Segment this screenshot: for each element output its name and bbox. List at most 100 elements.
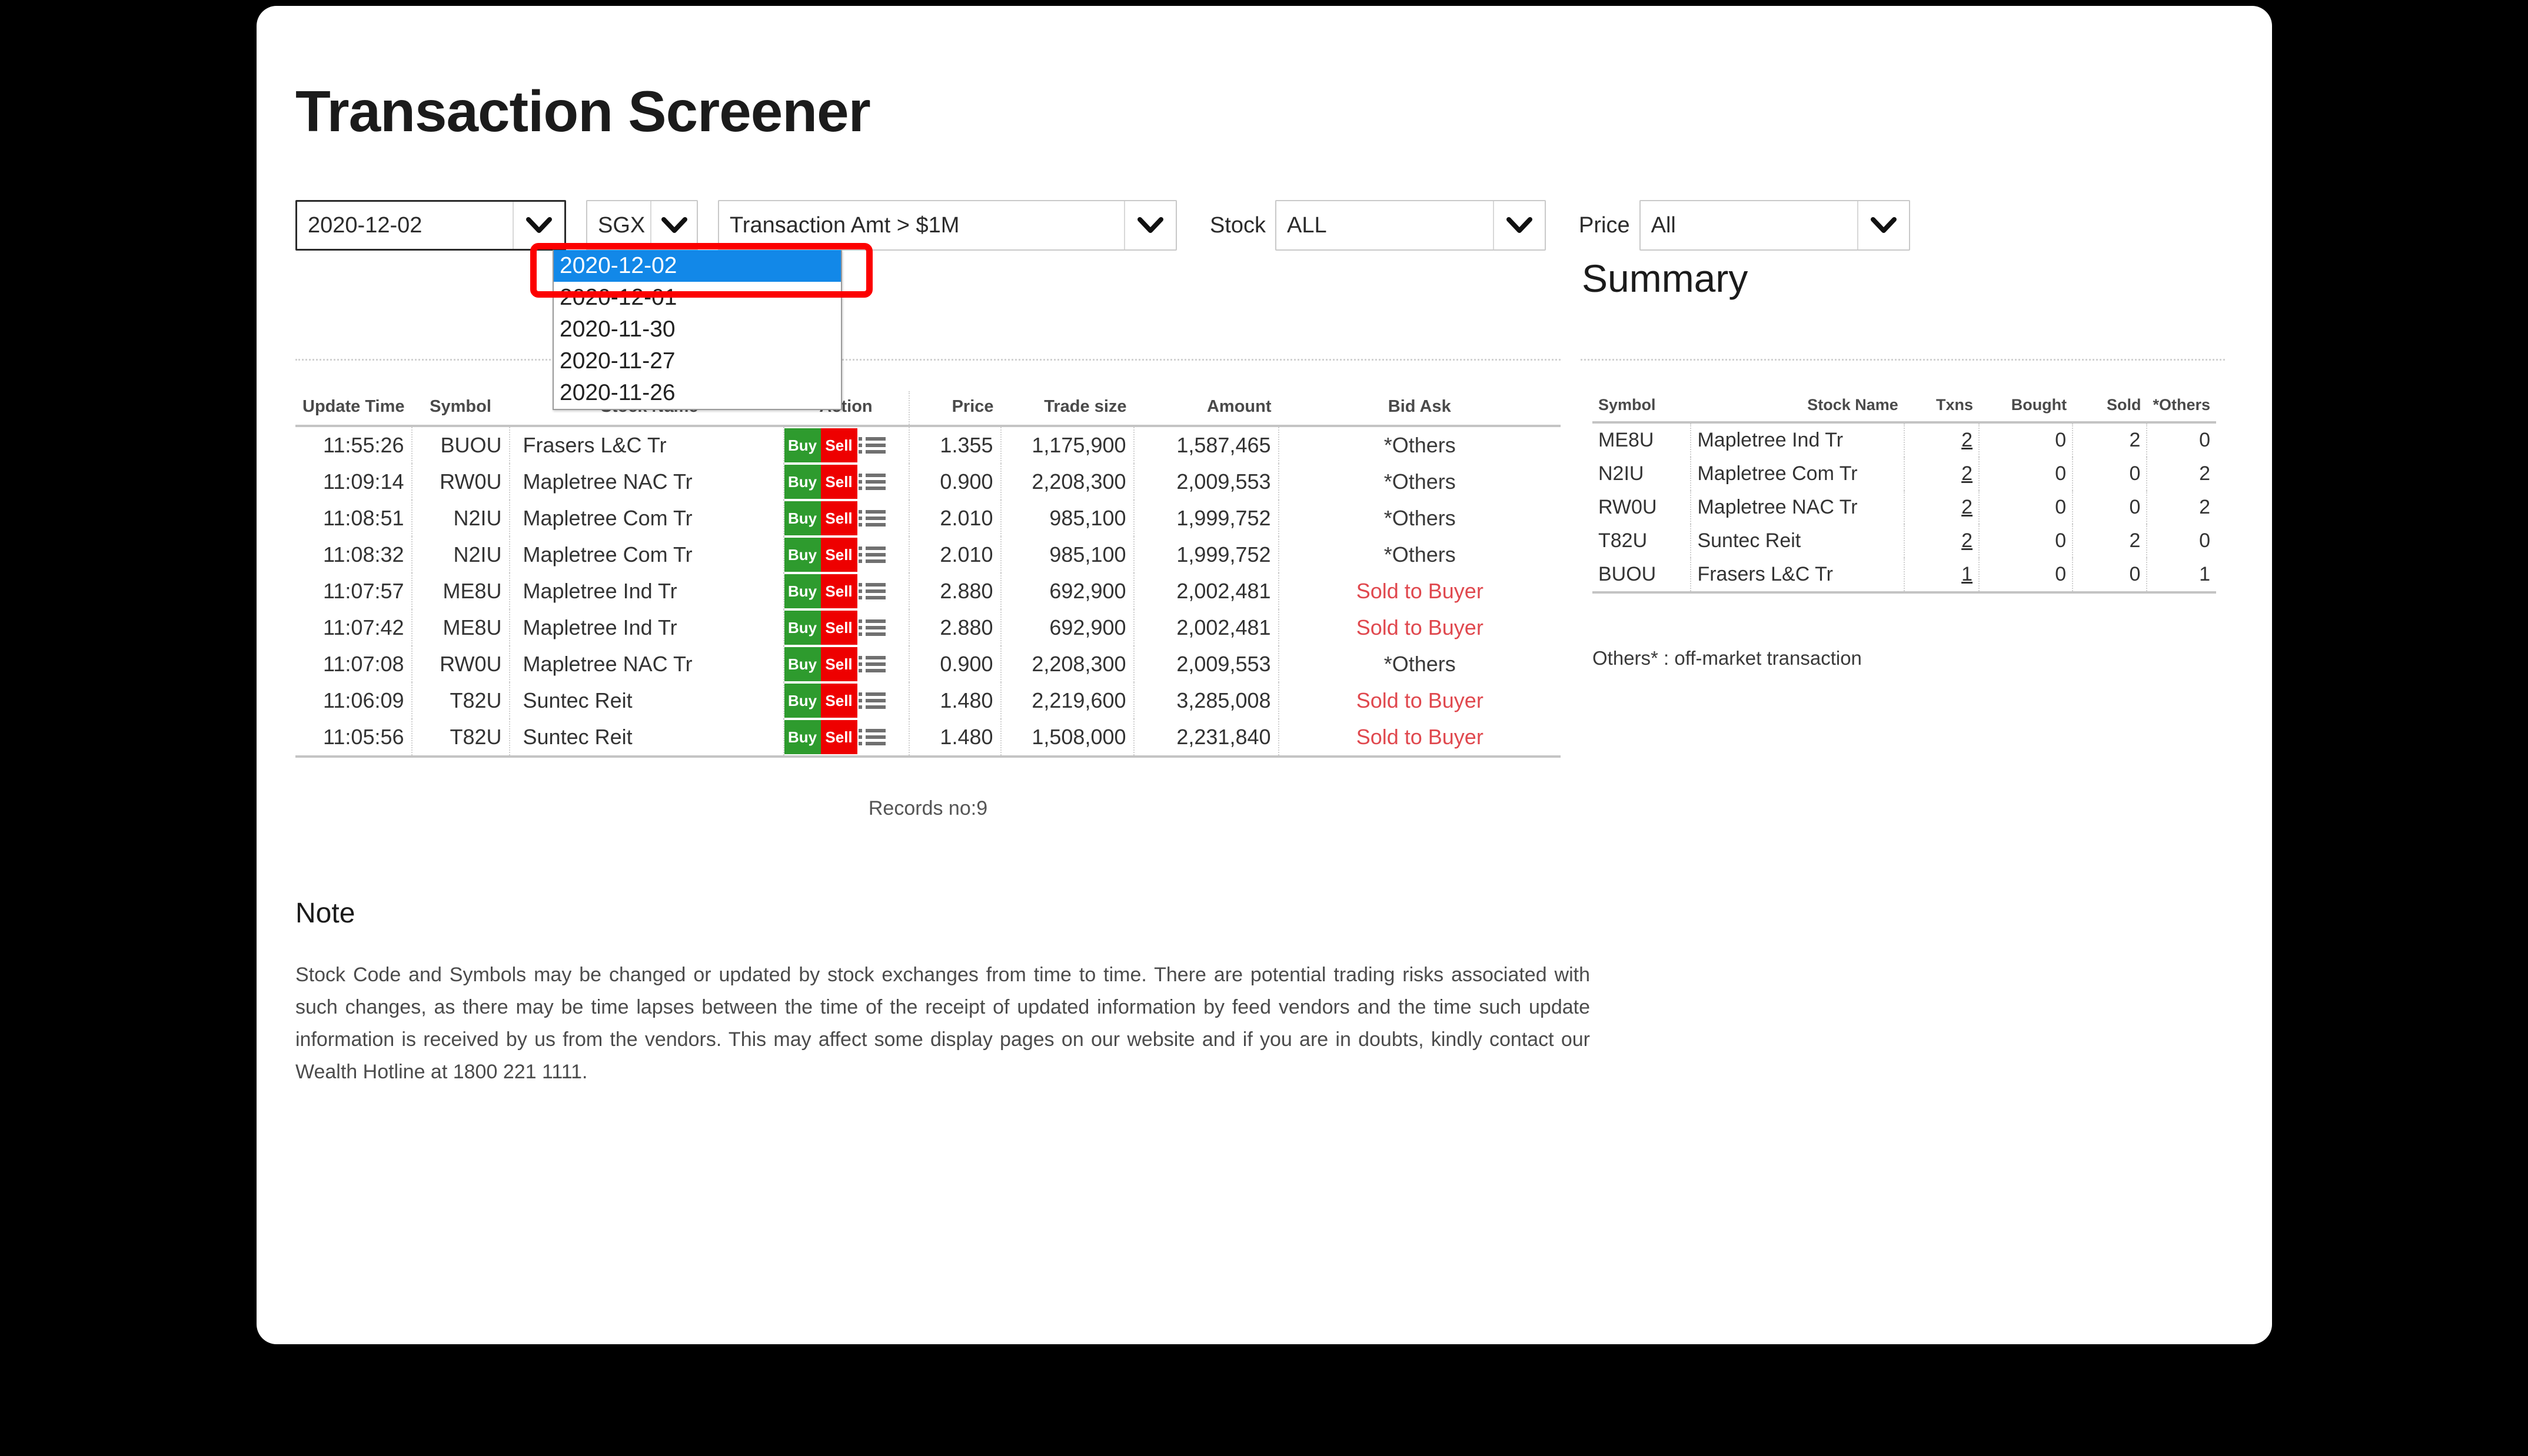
transactions-table-body: 11:55:26 BUOU Frasers L&C Tr Buy Sell 1.355 1,… — [295, 426, 1561, 755]
summary-cell-txns: 2 — [1904, 524, 1980, 558]
stock-select[interactable]: ALL — [1275, 200, 1546, 251]
sell-button[interactable]: Sell — [820, 538, 857, 572]
cell-amount: 2,231,840 — [1133, 719, 1279, 755]
transactions-table-head: Update Time Symbol Stock Name Action Pri… — [295, 391, 1561, 427]
summary-cell-txns: 2 — [1904, 422, 1980, 457]
cell-bid-ask: *Others — [1383, 433, 1456, 457]
date-option[interactable]: 2020-11-27 — [554, 345, 841, 377]
list-details-icon[interactable] — [858, 547, 886, 563]
col-update-time[interactable]: Update Time — [295, 391, 412, 427]
action-button-group: Buy Sell — [784, 647, 909, 681]
summary-table-head: Symbol Stock Name Txns Bought Sold *Othe… — [1592, 391, 2216, 424]
cell-bid-ask: Sold to Buyer — [1356, 579, 1483, 603]
list-icon-bar — [858, 699, 886, 702]
buy-button[interactable]: Buy — [784, 684, 821, 718]
list-details-icon[interactable] — [858, 510, 886, 527]
sell-button[interactable]: Sell — [820, 501, 857, 535]
buy-button[interactable]: Buy — [784, 501, 821, 535]
col-price[interactable]: Price — [909, 391, 1001, 427]
transactions-header-row: Update Time Symbol Stock Name Action Pri… — [295, 391, 1561, 427]
col-symbol[interactable]: Symbol — [411, 391, 510, 427]
summary-col-bought: Bought — [1979, 391, 2073, 424]
date-option[interactable]: 2020-11-30 — [554, 314, 841, 345]
table-row: 11:06:09 T82U Suntec Reit Buy Sell 1.480 2,219… — [295, 682, 1561, 719]
cell-price: 2.880 — [909, 609, 1002, 646]
cell-bid-ask: Sold to Buyer — [1356, 725, 1483, 749]
txns-link[interactable]: 1 — [1961, 563, 1972, 585]
cell-amount: 2,002,481 — [1133, 573, 1279, 609]
cell-amount: 1,587,465 — [1133, 426, 1279, 464]
sell-button[interactable]: Sell — [820, 465, 857, 499]
list-icon-bar — [858, 735, 886, 739]
list-icon-bar — [858, 692, 886, 696]
summary-cell-others: 1 — [2199, 563, 2210, 585]
sell-button[interactable]: Sell — [820, 684, 857, 718]
buy-button[interactable]: Buy — [784, 428, 821, 462]
list-details-icon[interactable] — [858, 619, 886, 636]
summary-table: Symbol Stock Name Txns Bought Sold *Othe… — [1592, 391, 2216, 591]
cell-trade-size: 692,900 — [1000, 573, 1135, 609]
summary-cell-symbol: N2IU — [1592, 457, 1692, 491]
table-row: 11:08:32 N2IU Mapletree Com Tr Buy Sell 2.010… — [295, 537, 1561, 573]
buy-button[interactable]: Buy — [784, 611, 821, 645]
cell-action: Buy Sell — [783, 682, 910, 719]
cell-symbol: RW0U — [411, 464, 510, 500]
list-details-icon[interactable] — [858, 656, 886, 672]
transactions-table: Update Time Symbol Stock Name Action Pri… — [295, 391, 1561, 755]
col-amount[interactable]: Amount — [1133, 391, 1279, 427]
txns-link[interactable]: 2 — [1961, 496, 1972, 518]
buy-button[interactable]: Buy — [784, 574, 821, 608]
cell-action: Buy Sell — [783, 464, 910, 500]
list-icon-bar — [858, 480, 886, 484]
cell-symbol: ME8U — [411, 609, 510, 646]
date-dropdown-list[interactable]: 2020-12-02 2020-12-01 2020-11-30 2020-11-27… — [553, 250, 842, 410]
list-details-icon[interactable] — [858, 437, 886, 454]
sell-button[interactable]: Sell — [820, 720, 857, 754]
list-details-icon[interactable] — [858, 729, 886, 745]
price-select[interactable]: All — [1639, 200, 1910, 251]
summary-cell-bought: 0 — [1979, 422, 2074, 457]
chevron-down-icon[interactable] — [650, 201, 697, 249]
market-select[interactable]: SGX — [586, 200, 698, 251]
txns-link[interactable]: 2 — [1961, 529, 1972, 552]
list-details-icon[interactable] — [858, 474, 886, 490]
date-option[interactable]: 2020-11-26 — [554, 377, 841, 409]
cell-trade-size: 1,175,900 — [1000, 426, 1135, 464]
sell-button[interactable]: Sell — [820, 574, 857, 608]
list-icon-bar — [858, 626, 886, 629]
chevron-down-icon[interactable] — [1493, 201, 1545, 249]
buy-button[interactable]: Buy — [784, 647, 821, 681]
list-icon-bar — [858, 553, 886, 557]
buy-button[interactable]: Buy — [784, 720, 821, 754]
sell-button[interactable]: Sell — [820, 428, 857, 462]
cell-symbol: RW0U — [411, 646, 510, 682]
list-icon-bar — [858, 510, 886, 514]
list-icon-bar — [858, 656, 886, 659]
summary-cell-symbol: BUOU — [1592, 558, 1692, 591]
date-option[interactable]: 2020-12-01 — [554, 282, 841, 314]
amount-filter-select[interactable]: Transaction Amt > $1M — [718, 200, 1177, 251]
chevron-down-icon[interactable] — [1124, 201, 1176, 249]
summary-cell-stock-name: Suntec Reit — [1691, 524, 1905, 558]
txns-link[interactable]: 2 — [1961, 429, 1972, 451]
cell-trade-size: 2,208,300 — [1000, 464, 1135, 500]
date-option[interactable]: 2020-12-02 — [554, 250, 841, 282]
list-icon-bar — [858, 742, 886, 745]
sell-button[interactable]: Sell — [820, 647, 857, 681]
buy-button[interactable]: Buy — [784, 465, 821, 499]
list-icon-bar — [858, 589, 886, 593]
buy-button[interactable]: Buy — [784, 538, 821, 572]
col-trade-size[interactable]: Trade size — [1000, 391, 1134, 427]
chevron-down-icon[interactable] — [1857, 201, 1909, 249]
date-select[interactable]: 2020-12-02 — [295, 200, 566, 251]
txns-link[interactable]: 2 — [1961, 462, 1972, 485]
list-details-icon[interactable] — [858, 583, 886, 599]
summary-cell-stock-name: Mapletree Com Tr — [1691, 457, 1905, 491]
cell-price: 0.900 — [909, 646, 1002, 682]
chevron-down-icon[interactable] — [513, 202, 564, 249]
sell-button[interactable]: Sell — [820, 611, 857, 645]
cell-update-time: 11:07:42 — [295, 609, 413, 646]
cell-trade-size: 985,100 — [1000, 537, 1135, 573]
list-details-icon[interactable] — [858, 692, 886, 709]
col-bid-ask[interactable]: Bid Ask — [1278, 391, 1561, 427]
